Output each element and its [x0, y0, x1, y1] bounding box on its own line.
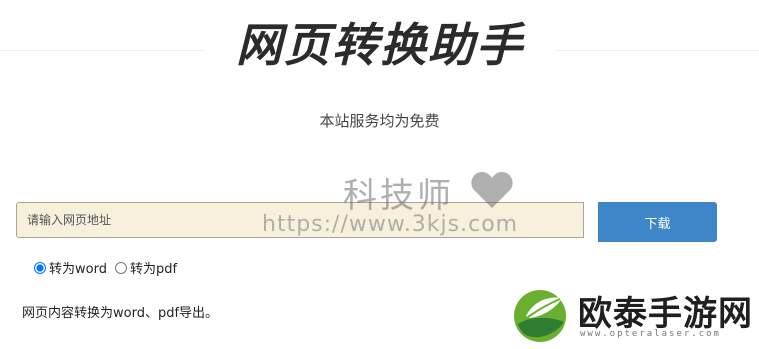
option-word-label: 转为word — [49, 262, 107, 277]
radio-pdf[interactable] — [114, 261, 127, 274]
brand-name: 欧泰手游网 — [578, 294, 753, 334]
option-word[interactable]: 转为word — [34, 258, 107, 277]
brand-logo: 欧泰手游网 www.opteralaser.com — [510, 282, 759, 349]
format-options: 转为word 转为pdf — [34, 258, 185, 277]
radio-word[interactable] — [34, 261, 46, 274]
leaf-logo-icon — [510, 286, 572, 348]
title-block: 网页转换助手 — [205, 10, 555, 80]
heart-icon — [470, 170, 514, 214]
page-title: 网页转换助手 — [236, 18, 524, 72]
description: 网页内容转换为word、pdf导出。 — [22, 306, 219, 321]
option-pdf-label: 转为pdf — [129, 262, 178, 277]
download-button[interactable]: 下载 — [598, 202, 717, 242]
page-subtitle: 本站服务均为免费 — [319, 112, 440, 130]
option-pdf[interactable]: 转为pdf — [114, 258, 178, 277]
watermark-name: 科技师 — [343, 176, 454, 216]
brand-url: www.opteralaser.com — [580, 329, 721, 339]
watermark-url: https://www.3kjs.com — [262, 212, 519, 237]
